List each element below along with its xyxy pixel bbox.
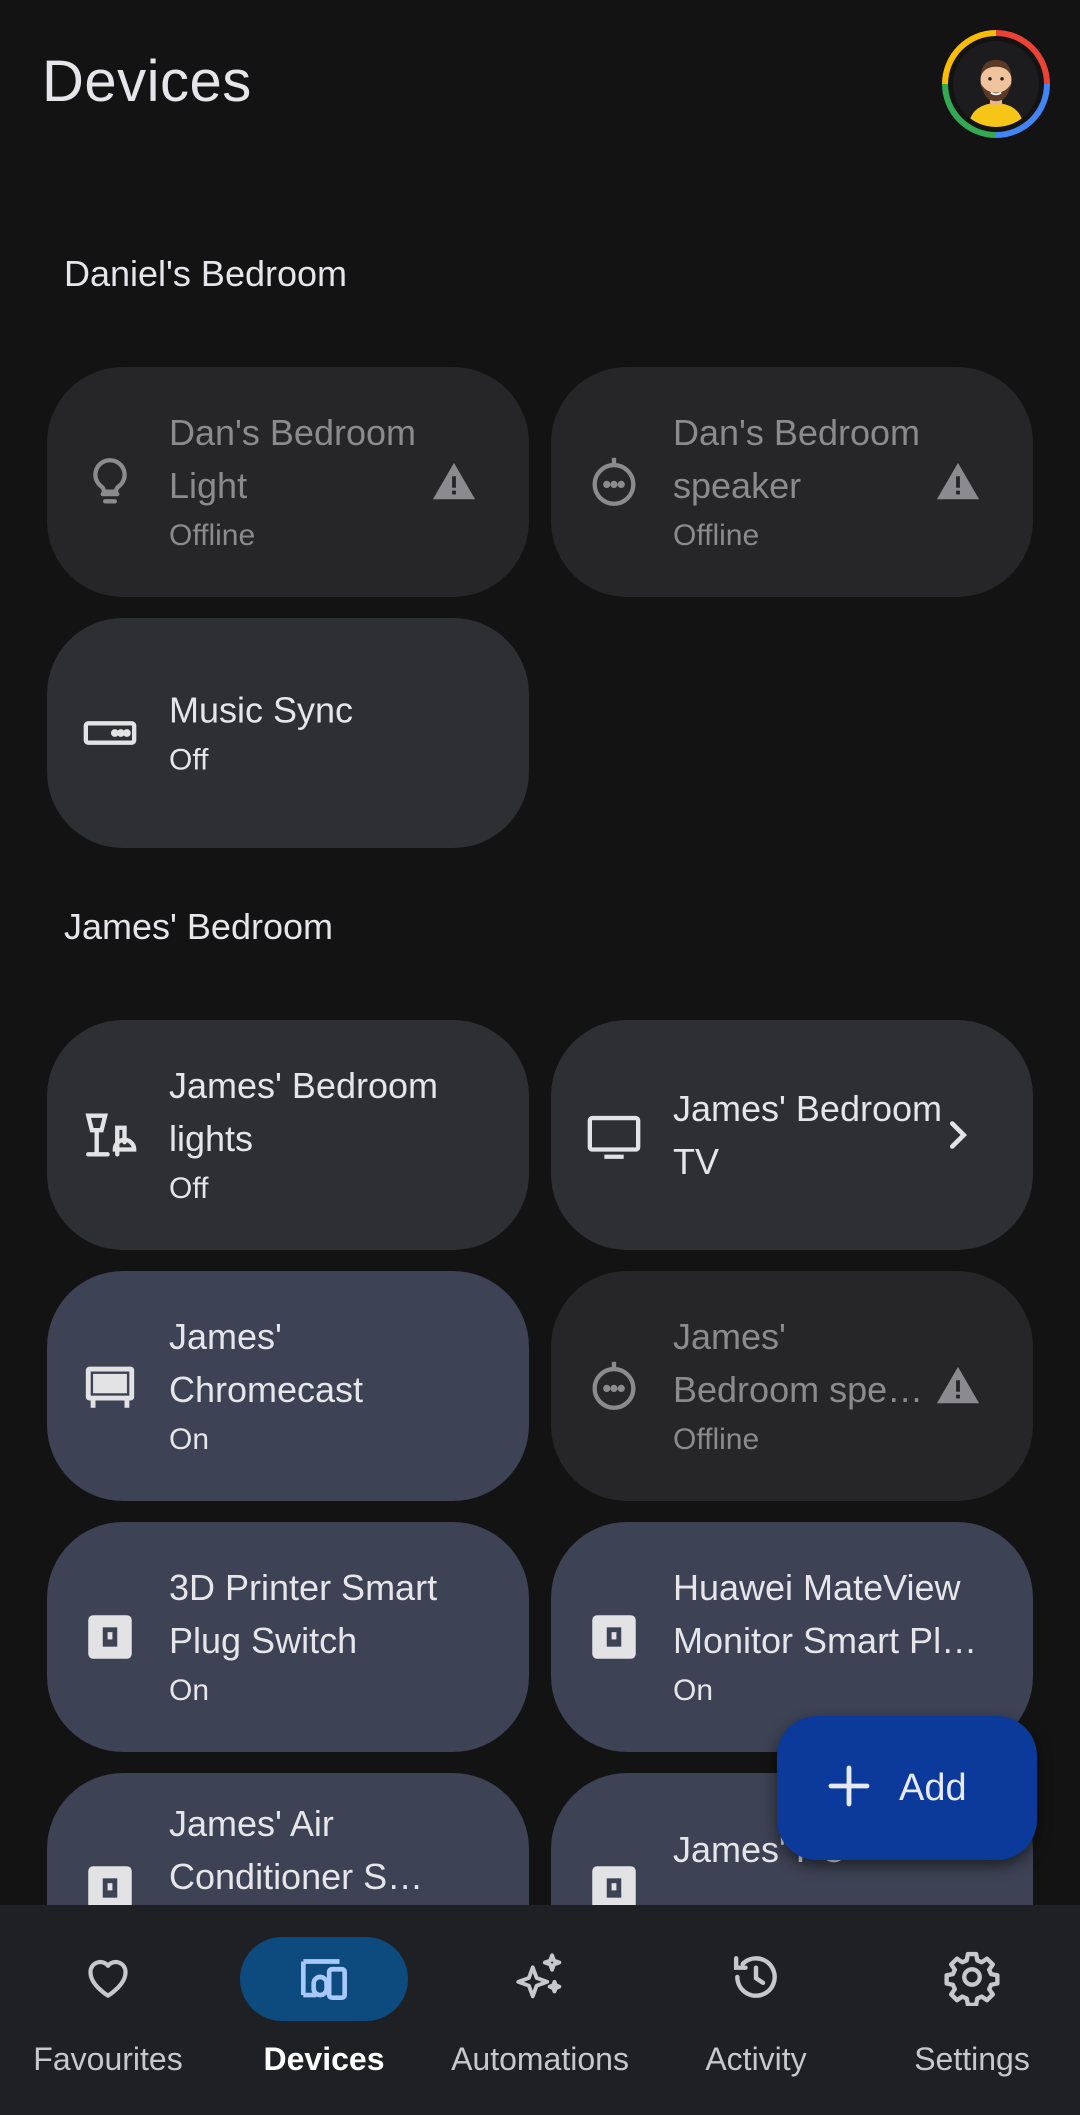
device-status: On [673, 1674, 714, 1707]
chevron-right-icon[interactable] [935, 1112, 981, 1158]
device-tile-james-bedroom-lights[interactable]: James' Bedroom lights Off [47, 1020, 529, 1250]
sparkle-icon [511, 1948, 569, 2011]
nav-label: Devices [263, 2041, 385, 2077]
nav-item-automations[interactable]: Automations [432, 1905, 648, 2115]
nav-item-settings[interactable]: Settings [864, 1905, 1080, 2115]
device-tile-james-chromecast[interactable]: James' Chromecast On [47, 1271, 529, 1501]
warning-icon [431, 459, 477, 505]
devices-icon [293, 1946, 355, 2013]
speaker-icon [585, 453, 643, 511]
page-title: Devices [42, 49, 252, 114]
device-tile-3d-printer-plug[interactable]: 3D Printer Smart Plug Switch On [47, 1522, 529, 1752]
device-name-line-2: Conditioner Sma… [169, 1856, 449, 1897]
nav-label: Favourites [33, 2041, 183, 2077]
lightbulb-icon [81, 453, 139, 511]
nav-label: Activity [705, 2041, 807, 2077]
nav-label: Automations [451, 2041, 629, 2077]
device-tile-james-bedroom-tv[interactable]: James' Bedroom TV [551, 1020, 1033, 1250]
outlet-icon [81, 1608, 139, 1666]
nav-item-devices[interactable]: Devices [216, 1905, 432, 2115]
device-status: Off [169, 743, 209, 777]
device-name: Dan's Bedroom speaker [673, 412, 920, 506]
warning-icon [935, 1363, 981, 1409]
add-device-button[interactable]: Add [777, 1716, 1037, 1860]
chromecast-icon [81, 1357, 139, 1415]
device-name-line-2: Bedroom spe… [673, 1369, 924, 1410]
section-title-daniels-bedroom: Daniel's Bedroom [64, 253, 348, 294]
speaker-group-icon [81, 704, 139, 762]
device-name: James' Bedroom TV [673, 1088, 942, 1182]
speaker-icon [585, 1357, 643, 1415]
history-icon [728, 1949, 784, 2010]
device-status: Offline [169, 519, 256, 552]
nav-item-activity[interactable]: Activity [648, 1905, 864, 2115]
gear-icon [943, 1948, 1001, 2011]
device-name-line-1: Huawei MateView [673, 1567, 961, 1608]
outlet-icon [585, 1608, 643, 1666]
device-tile-james-bedroom-speaker[interactable]: James' Bedroom spe… Offline [551, 1271, 1033, 1501]
avatar-image [953, 41, 1039, 127]
plus-icon [825, 1762, 873, 1815]
device-tile-dans-bedroom-speaker[interactable]: Dan's Bedroom speaker Offline [551, 367, 1033, 597]
nav-item-favourites[interactable]: Favourites [0, 1905, 216, 2115]
bottom-navigation: Favourites Devices Automations Activity … [0, 1905, 1080, 2115]
device-name: James' Bedroom lights [169, 1065, 438, 1159]
nav-label: Settings [914, 2041, 1030, 2077]
device-name-line-1: James' Air [169, 1803, 334, 1844]
tv-icon [585, 1106, 643, 1164]
add-button-label: Add [899, 1766, 967, 1809]
device-status: Offline [673, 1423, 760, 1456]
app-header: Devices [0, 0, 1080, 170]
device-name-line-1: James' [673, 1316, 786, 1357]
devices-screen: Devices Daniel's Bedroom Dan's Bedroom L… [0, 0, 1080, 2115]
avatar[interactable] [942, 30, 1050, 138]
device-status: On [169, 1674, 210, 1707]
warning-icon [935, 459, 981, 505]
device-status: On [169, 1423, 210, 1456]
device-tile-music-sync[interactable]: Music Sync Off [47, 618, 529, 848]
lamps-icon [81, 1106, 139, 1164]
device-name: Dan's Bedroom Light [169, 412, 416, 506]
device-status: Offline [673, 519, 760, 552]
device-name: 3D Printer Smart Plug Switch [169, 1567, 438, 1661]
device-status: Off [169, 1172, 209, 1205]
heart-icon [80, 1949, 136, 2010]
device-tile-dans-bedroom-light[interactable]: Dan's Bedroom Light Offline [47, 367, 529, 597]
device-name-line-2: Monitor Smart Pl… [673, 1620, 978, 1661]
device-name: Music Sync [169, 689, 354, 731]
device-name: James' Chromecast [169, 1316, 364, 1410]
section-title-james-bedroom: James' Bedroom [64, 906, 333, 947]
